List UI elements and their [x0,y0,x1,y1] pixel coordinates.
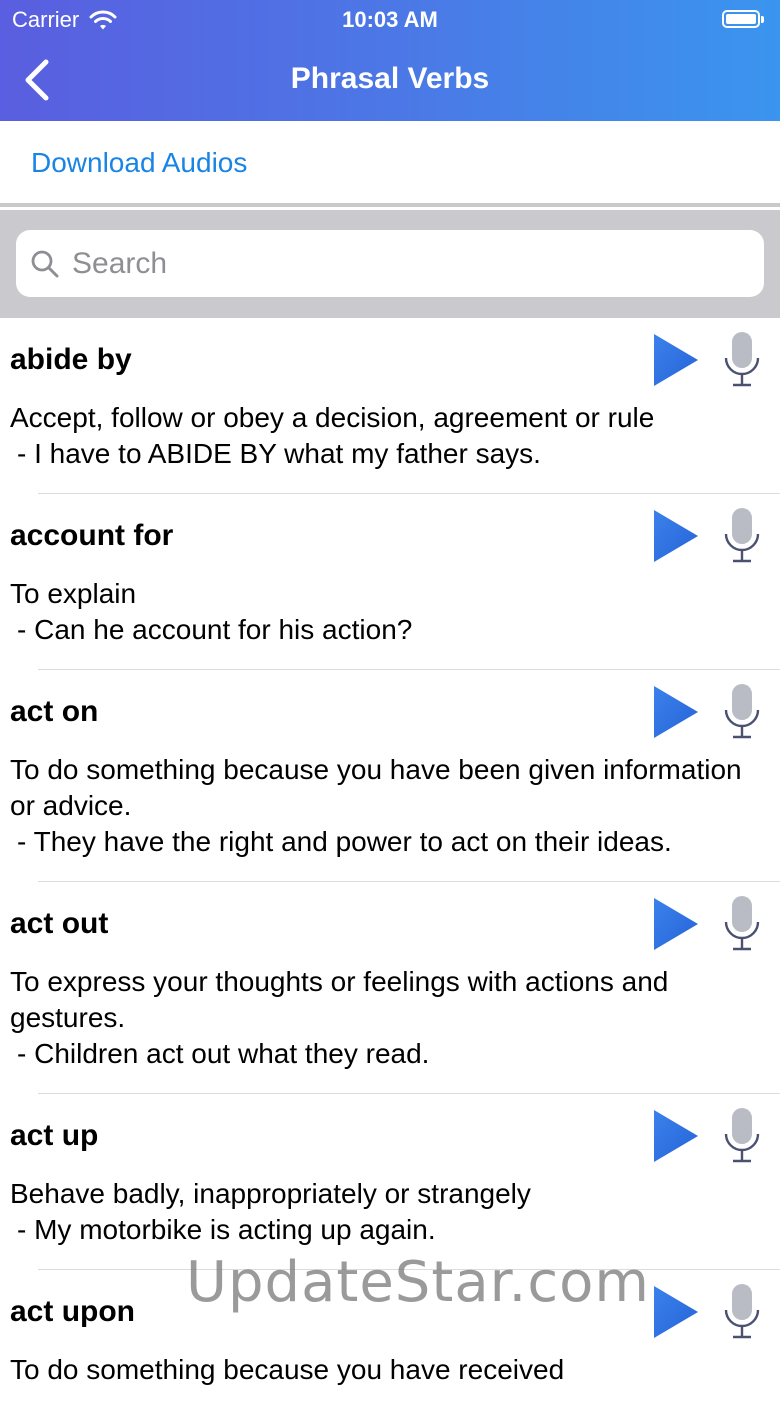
definition-text: Behave badly, inappropriately or strange… [10,1178,531,1209]
status-bar: Carrier 10:03 AM [0,0,780,40]
play-button[interactable] [652,1284,700,1340]
example-text: - Children act out what they read. [17,1038,430,1069]
list-item[interactable]: account for To explain - Can he account … [0,494,780,670]
play-icon [654,898,698,950]
definition-text: To do something because you have been gi… [10,754,742,821]
play-button[interactable] [652,332,700,388]
list-item[interactable]: act out To express your thoughts or feel… [0,882,780,1094]
example-text: - They have the right and power to act o… [17,826,672,857]
play-button[interactable] [652,684,700,740]
navigation-header: Carrier 10:03 AM Phrasal Verbs [0,0,780,121]
microphone-button[interactable] [722,1282,762,1342]
phrasal-verb-list: abide by Accept, follow or obey a decisi… [0,318,780,1410]
microphone-icon [724,684,760,739]
status-time: 10:03 AM [342,7,438,32]
microphone-icon [724,1108,760,1163]
battery-icon [722,10,764,28]
play-icon [654,686,698,738]
definition-text: Accept, follow or obey a decision, agree… [10,402,655,433]
play-icon [654,1110,698,1162]
definition-text: To express your thoughts or feelings wit… [10,966,669,1033]
play-button[interactable] [652,508,700,564]
play-button[interactable] [652,1108,700,1164]
microphone-icon [724,896,760,951]
watermark-text: UpdateStar.com [186,1250,650,1315]
list-item[interactable]: act on To do something because you have … [0,670,780,882]
search-input[interactable] [70,245,754,282]
definition-text: To explain [10,578,137,609]
search-icon [31,250,59,277]
definition-text: To do something because you have receive… [10,1354,565,1385]
download-audios-button[interactable]: Download Audios [31,147,247,179]
example-text: - I have to ABIDE BY what my father says… [17,438,541,469]
search-box[interactable] [16,230,764,297]
microphone-button[interactable] [722,894,762,954]
microphone-icon [724,508,760,563]
search-bar-container [0,210,780,318]
microphone-icon [724,332,760,387]
example-text: - My motorbike is acting up again. [17,1214,436,1245]
microphone-button[interactable] [722,682,762,742]
microphone-button[interactable] [722,330,762,390]
microphone-icon [724,1284,760,1339]
microphone-button[interactable] [722,1106,762,1166]
play-icon [654,510,698,562]
play-icon [654,334,698,386]
page-title: Phrasal Verbs [290,62,490,95]
play-icon [654,1286,698,1338]
play-button[interactable] [652,896,700,952]
list-item[interactable]: act up Behave badly, inappropriately or … [0,1094,780,1270]
microphone-button[interactable] [722,506,762,566]
example-text: - Can he account for his action? [17,614,413,645]
list-item[interactable]: abide by Accept, follow or obey a decisi… [0,318,780,494]
download-row: Download Audios [0,121,780,207]
